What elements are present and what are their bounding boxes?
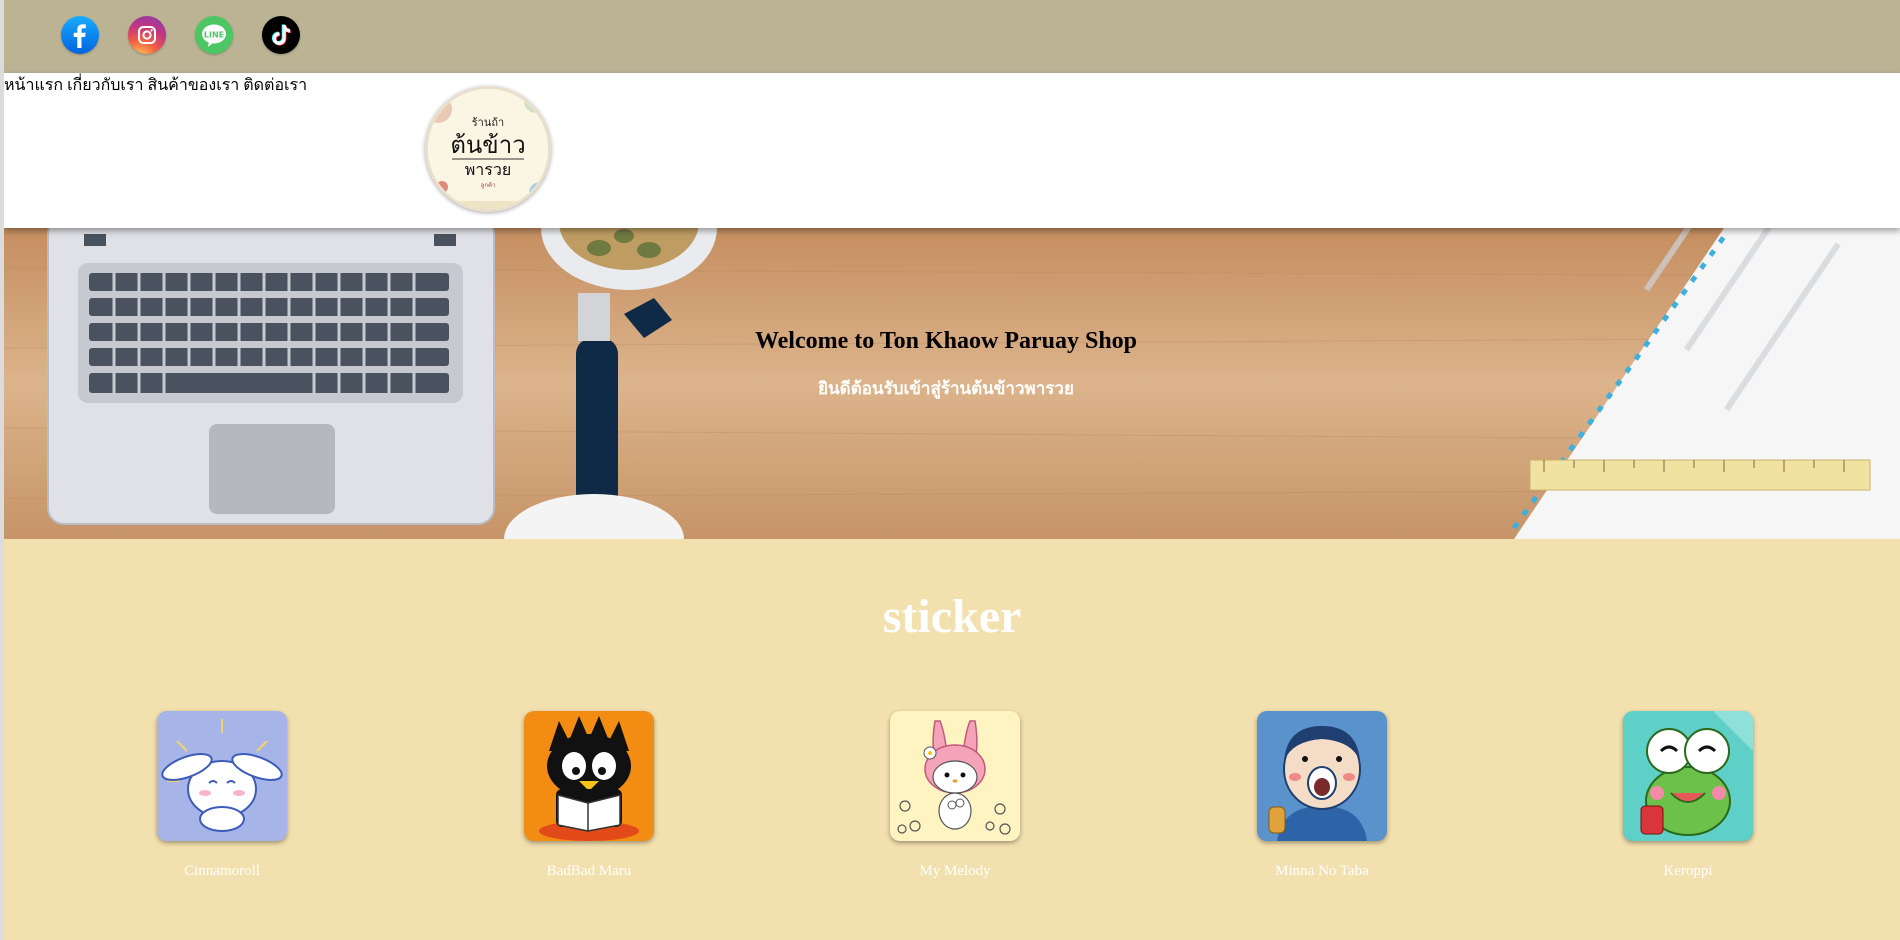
- main-nav: หน้าแรก เกี่ยวกับเรา สินค้าของเรา ติดต่อ…: [4, 73, 1900, 98]
- page: LINE ร้านถ้า ต้นข้าว พารวย ลูกค้า หน้าแร…: [0, 0, 1900, 940]
- sticker-name: Keroppi: [1663, 863, 1713, 879]
- keroppi-image[interactable]: [1623, 711, 1753, 841]
- nav-about[interactable]: เกี่ยวกับเรา: [67, 77, 143, 94]
- section-title: sticker: [882, 590, 1022, 643]
- badbad-maru-image[interactable]: [524, 711, 654, 841]
- minna-no-taba-image[interactable]: [1257, 711, 1387, 841]
- facebook-icon[interactable]: [61, 16, 99, 54]
- sticker-card-badbad-maru[interactable]: BadBad Maru: [523, 711, 655, 880]
- logo-line-4: ลูกค้า: [481, 182, 496, 189]
- shop-logo[interactable]: ร้านถ้า ต้นข้าว พารวย ลูกค้า: [425, 86, 551, 212]
- site-header: ร้านถ้า ต้นข้าว พารวย ลูกค้า หน้าแรก เกี…: [4, 73, 1900, 228]
- logo-line-3: พารวย: [465, 160, 511, 179]
- my-melody-image[interactable]: [890, 711, 1020, 841]
- cinnamoroll-image[interactable]: [157, 711, 287, 841]
- hero-subtitle: ยินดีต้อนรับเข้าสู่ร้านต้นข้าวพารวย: [818, 379, 1074, 399]
- sticker-name: BadBad Maru: [546, 863, 632, 879]
- sticker-card-cinnamoroll[interactable]: Cinnamoroll: [156, 711, 288, 880]
- nav-products[interactable]: สินค้าของเรา: [147, 77, 239, 94]
- sticker-card-minna-no-taba[interactable]: Minna No Taba: [1256, 711, 1388, 880]
- hero-title: Welcome to Ton Khaow Paruay Shop: [754, 328, 1138, 354]
- tiktok-icon[interactable]: [262, 16, 300, 54]
- sticker-card-my-melody[interactable]: My Melody: [889, 711, 1021, 880]
- sticker-name: Cinnamoroll: [184, 863, 260, 879]
- nav-home[interactable]: หน้าแรก: [4, 77, 63, 94]
- logo-line-2: ต้นข้าว: [450, 131, 525, 159]
- sticker-card-keroppi[interactable]: Keroppi: [1622, 711, 1754, 880]
- social-bar: LINE: [4, 0, 1900, 73]
- hero-banner: Welcome to Ton Khaow Paruay Shop ยินดีต้…: [4, 228, 1900, 539]
- instagram-icon[interactable]: [128, 16, 166, 54]
- sticker-section: sticker Cinnamoroll BadBad Maru My Melod…: [4, 539, 1900, 940]
- nav-contact[interactable]: ติดต่อเรา: [243, 77, 307, 94]
- line-icon-label: LINE: [204, 31, 224, 40]
- line-icon[interactable]: LINE: [195, 16, 233, 54]
- sticker-name: Minna No Taba: [1275, 863, 1369, 879]
- logo-line-1: ร้านถ้า: [472, 116, 504, 129]
- sticker-name: My Melody: [919, 863, 991, 879]
